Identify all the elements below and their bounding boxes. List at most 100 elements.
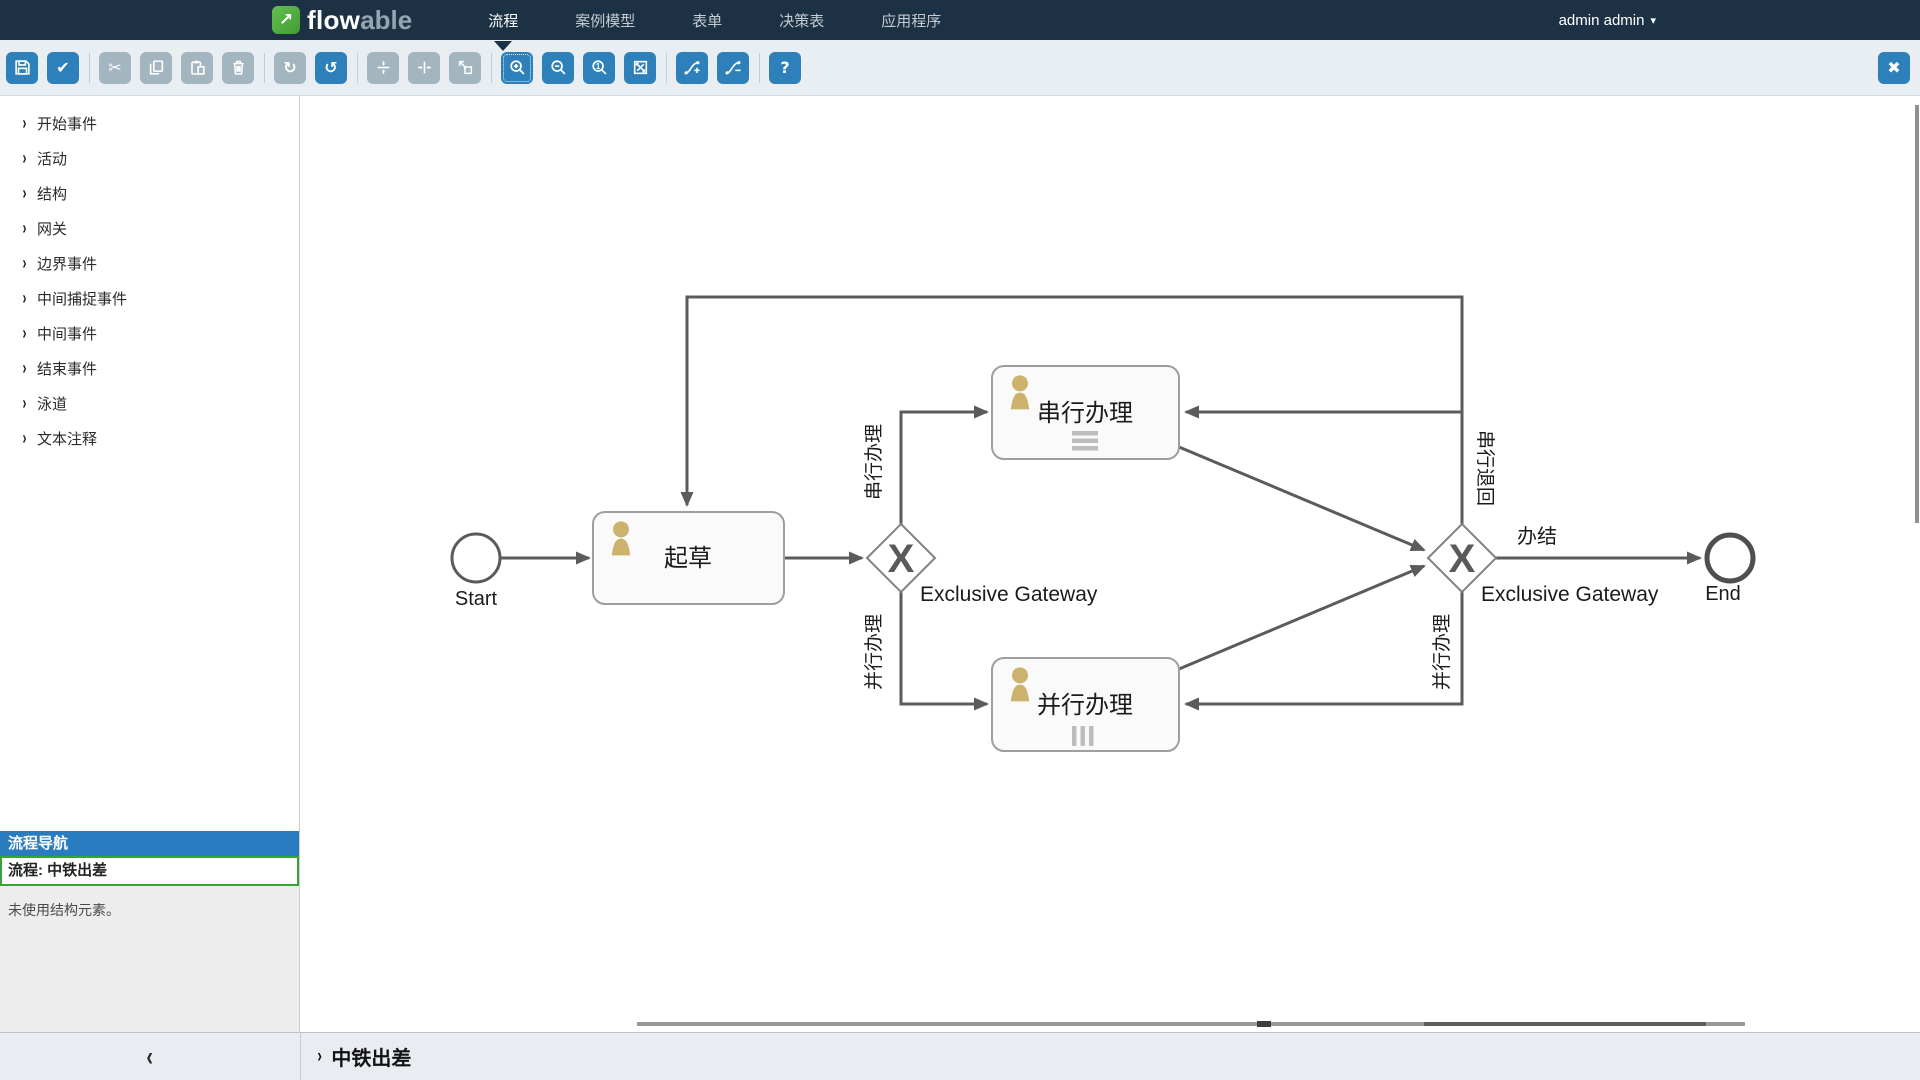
process-navigation-current-model[interactable]: 流程: 中铁出差 [0,856,299,886]
start-event-label: Start [455,588,498,610]
edge-label-parallel: 并行办理 [863,614,885,690]
user-name: admin admin [1559,12,1645,29]
palette-group-label: 结束事件 [37,358,97,379]
add-bendpoint-button[interactable] [676,52,708,84]
user-task-serial[interactable]: 串行办理 [992,366,1179,459]
help-button[interactable]: ? [769,52,801,84]
scrollbar-segment [1257,1021,1271,1027]
same-size-button[interactable] [449,52,481,84]
chevron-right-icon: › [23,428,27,449]
palette-group-intermediate-events[interactable]: ›中间事件 [0,316,299,351]
paste-button[interactable] [181,52,213,84]
palette-group-gateways[interactable]: ›网关 [0,211,299,246]
zoom-actual-button[interactable]: 1 [583,52,615,84]
chevron-right-icon: › [23,323,27,344]
zoom-fit-button[interactable] [624,52,656,84]
end-event[interactable]: End [1705,535,1753,605]
palette-group-label: 结构 [37,183,67,204]
tab-forms[interactable]: 表单 [692,10,722,31]
palette-group-swimlanes[interactable]: ›泳道 [0,386,299,421]
process-navigation-panel: 流程导航 流程: 中铁出差 未使用结构元素。 [0,831,299,1032]
edge-label-finish: 办结 [1517,525,1557,548]
redo-button[interactable]: ↻ [274,52,306,84]
palette-sidebar: ›开始事件 ›活动 ›结构 ›网关 ›边界事件 ›中间捕捉事件 ›中间事件 ›结… [0,96,300,1032]
diagram-canvas[interactable]: Start 起草 串行办理 [300,96,1920,1032]
align-horizontal-icon [416,59,433,76]
flow-gateway1-to-parallel[interactable] [901,592,987,704]
task-label: 起草 [664,545,712,572]
copy-button[interactable] [140,52,172,84]
vertical-scrollbar-thumb[interactable] [1915,105,1919,523]
paste-icon [189,59,206,76]
zoom-actual-icon: 1 [591,59,608,76]
palette-group-boundary-events[interactable]: ›边界事件 [0,246,299,281]
tab-processes[interactable]: 流程 [488,10,518,31]
same-size-icon [457,59,474,76]
palette-group-label: 开始事件 [37,113,97,134]
process-navigation-header: 流程导航 [0,831,299,856]
flow-parallel-to-gateway2[interactable] [1179,566,1424,669]
tab-decision-tables[interactable]: 决策表 [779,10,824,31]
gateway-label: Exclusive Gateway [1481,583,1659,606]
zoom-in-icon [509,59,526,76]
bendpoint-remove-icon [725,59,742,76]
zoom-out-button[interactable] [542,52,574,84]
cut-button[interactable]: ✂ [99,52,131,84]
gateway-x-icon: X [1449,537,1476,581]
scissors-icon: ✂ [108,60,121,76]
horizontal-scrollbar-thumb[interactable] [637,1022,1745,1026]
logo-text: flowable [307,5,412,36]
close-icon: ✖ [1887,60,1900,76]
palette-group-label: 活动 [37,148,67,169]
zoom-fit-icon [632,59,649,76]
bpmn-diagram: Start 起草 串行办理 [300,96,1920,1032]
user-menu[interactable]: admin admin ▾ [1559,0,1656,40]
palette-group-end-events[interactable]: ›结束事件 [0,351,299,386]
chevron-right-icon: › [23,113,27,134]
flow-gateway1-to-serial[interactable] [901,412,987,524]
chevron-right-icon: › [23,148,27,169]
palette-group-activities[interactable]: › 活动 [0,141,299,176]
palette-group-artifacts[interactable]: › 文本注释 [0,421,299,456]
save-button[interactable] [6,52,38,84]
flow-serial-to-gateway2[interactable] [1179,447,1424,550]
collapse-sidebar-button[interactable]: ‹ [0,1033,301,1080]
toolbar-separator [357,53,358,83]
validate-button[interactable]: ✔ [47,52,79,84]
undo-button[interactable]: ↺ [315,52,347,84]
gateway-label: Exclusive Gateway [920,583,1098,606]
chevron-left-icon: ‹ [147,1041,154,1072]
toolbar-separator [666,53,667,83]
main-tabs: 流程 案例模型 表单 决策表 应用程序 [488,0,941,40]
palette-group-intermediate-catching-events[interactable]: › 中间捕捉事件 [0,281,299,316]
user-task-parallel[interactable]: 并行办理 [992,658,1179,751]
start-event[interactable]: Start [452,534,500,610]
chevron-right-icon: › [23,288,27,309]
chevron-right-icon: › [23,253,27,274]
task-label: 并行办理 [1037,692,1133,719]
zoom-out-icon [550,59,567,76]
user-task-draft[interactable]: 起草 [593,512,784,604]
palette-group-structural[interactable]: ›结构 [0,176,299,211]
palette-group-label: 中间捕捉事件 [37,288,127,309]
align-horizontal-button[interactable] [408,52,440,84]
delete-button[interactable] [222,52,254,84]
zoom-in-button[interactable] [501,52,533,84]
close-editor-button[interactable]: ✖ [1878,52,1910,84]
toolbar-separator [759,53,760,83]
align-vertical-button[interactable] [367,52,399,84]
palette-group-start-events[interactable]: › 开始事件 [0,106,299,141]
tab-case-models[interactable]: 案例模型 [575,10,635,31]
edge-label-parallel-return: 并行办理 [1431,614,1453,690]
remove-bendpoint-button[interactable] [717,52,749,84]
help-icon: ? [780,60,789,76]
tab-apps[interactable]: 应用程序 [881,10,941,31]
parallel-multi-instance-icon [1072,726,1094,746]
task-label: 串行办理 [1037,400,1133,427]
flowable-logo[interactable]: ↗ flowable [272,5,412,36]
editor-toolbar: ✔ ✂ ↻ ↺ [0,40,1920,96]
palette-group-label: 文本注释 [37,428,97,449]
edge-label-serial-return: 串行退回 [1474,430,1496,506]
model-title-bar[interactable]: › 中铁出差 [301,1033,411,1080]
undo-icon: ↺ [324,60,337,76]
